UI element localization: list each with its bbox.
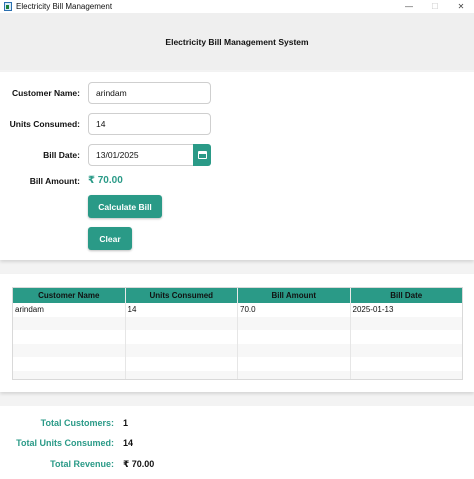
table-cell: 14	[126, 303, 238, 317]
table-row	[13, 357, 462, 371]
table-cell	[351, 371, 463, 380]
bill-amount-label: Bill Amount:	[29, 176, 80, 186]
table-cell	[238, 316, 351, 330]
table-row	[13, 316, 463, 331]
table-cell	[126, 343, 238, 357]
window-title: Electricity Bill Management	[16, 2, 113, 11]
calendar-icon	[197, 151, 207, 159]
units-consumed-label: Units Consumed:	[9, 119, 80, 129]
bill-amount-value: ₹ 70.00	[88, 175, 123, 186]
window-controls: — ☐ ✕	[396, 0, 474, 13]
column-header-customer-name[interactable]: Customer Name	[13, 288, 126, 303]
table-cell	[351, 357, 463, 371]
header: Electricity Bill Management System	[0, 13, 474, 70]
column-header-bill-amount[interactable]: Bill Amount	[238, 288, 351, 303]
bill-form: Customer Name: Units Consumed: Bill Date…	[0, 72, 474, 260]
table-cell	[126, 316, 238, 330]
bill-date-label: Bill Date:	[43, 150, 80, 160]
total-revenue-label: Total Revenue:	[50, 459, 114, 469]
customer-name-field[interactable]	[88, 82, 211, 104]
app-icon	[4, 2, 12, 11]
table-cell	[13, 370, 126, 379]
table-cell	[351, 330, 463, 344]
table-cell	[126, 330, 238, 344]
customer-name-label: Customer Name:	[11, 88, 80, 98]
calculate-bill-button[interactable]: Calculate Bill	[88, 195, 162, 218]
table-cell: 70.0	[238, 303, 351, 317]
bill-date-field[interactable]	[88, 144, 195, 166]
page-title: Electricity Bill Management System	[165, 36, 309, 47]
total-customers-label: Total Customers:	[40, 418, 114, 428]
table-row[interactable]: arindam 14 70.0 2025-01-13	[13, 303, 462, 317]
bills-table: Customer Name Units Consumed Bill Amount…	[12, 287, 463, 380]
app-window: Electricity Bill Management — ☐ ✕ Electr…	[0, 0, 474, 479]
table-header: Customer Name Units Consumed Bill Amount…	[13, 288, 462, 303]
bills-table-card: Customer Name Units Consumed Bill Amount…	[0, 274, 474, 392]
table-cell: arindam	[13, 303, 126, 317]
table-cell	[238, 330, 351, 344]
units-consumed-field[interactable]	[88, 113, 211, 135]
table-row	[13, 330, 462, 344]
table-cell	[351, 344, 463, 358]
table-body: arindam 14 70.0 2025-01-13	[13, 303, 463, 380]
total-revenue-value: ₹ 70.00	[123, 459, 155, 469]
maximize-button: ☐	[431, 2, 439, 11]
table-cell	[238, 357, 351, 371]
minimize-button[interactable]: —	[396, 0, 422, 13]
table-cell	[126, 357, 238, 371]
column-header-units-consumed[interactable]: Units Consumed	[126, 288, 238, 303]
table-cell	[238, 370, 351, 379]
total-units-label: Total Units Consumed:	[16, 438, 114, 448]
table-cell	[13, 357, 126, 371]
total-customers-value: 1	[123, 418, 129, 428]
close-button[interactable]: ✕	[448, 0, 474, 13]
table-cell	[126, 370, 238, 379]
title-bar: Electricity Bill Management — ☐ ✕	[0, 0, 474, 13]
table-cell	[13, 343, 126, 357]
table-cell	[351, 317, 463, 331]
table-cell	[13, 330, 126, 344]
totals-panel: Total Customers: 1 Total Units Consumed:…	[0, 406, 474, 479]
column-header-bill-date[interactable]: Bill Date	[351, 288, 463, 303]
table-cell: 2025-01-13	[352, 305, 394, 315]
date-picker-button[interactable]	[193, 144, 211, 166]
total-units-value: 14	[123, 438, 134, 448]
table-row	[13, 343, 463, 358]
table-row	[13, 370, 463, 380]
clear-button[interactable]: Clear	[88, 227, 132, 250]
table-cell	[13, 316, 126, 330]
table-cell	[238, 343, 351, 357]
